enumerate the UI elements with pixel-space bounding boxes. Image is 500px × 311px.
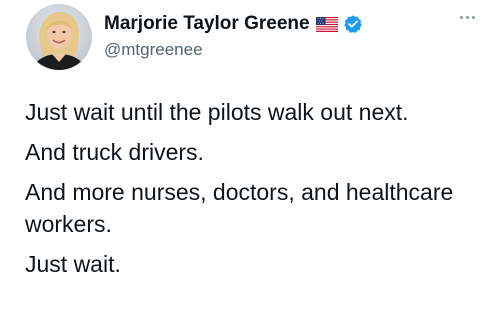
tweet-paragraph: And more nurses, doctors, and healthcare…	[25, 179, 454, 237]
more-dot	[471, 15, 475, 19]
tweet-paragraph: Just wait until the pilots walk out next…	[25, 99, 409, 125]
avatar[interactable]	[26, 4, 92, 70]
display-name[interactable]: Marjorie Taylor Greene	[104, 13, 310, 35]
avatar-image	[26, 4, 92, 70]
tweet-text: Just wait until the pilots walk out next…	[25, 96, 495, 288]
verified-badge-icon	[343, 14, 363, 34]
tweet-paragraph: Just wait.	[25, 251, 121, 277]
tweet-card: Marjorie Taylor Greene @mtgreenee Just w…	[0, 0, 500, 311]
us-flag-icon	[315, 16, 338, 32]
tweet-paragraph: And truck drivers.	[25, 139, 204, 165]
more-dot	[465, 15, 469, 19]
more-options-icon[interactable]	[454, 10, 480, 24]
more-dot	[459, 15, 463, 19]
author-handle[interactable]: @mtgreenee	[104, 40, 203, 60]
author-name-row: Marjorie Taylor Greene	[104, 12, 363, 36]
